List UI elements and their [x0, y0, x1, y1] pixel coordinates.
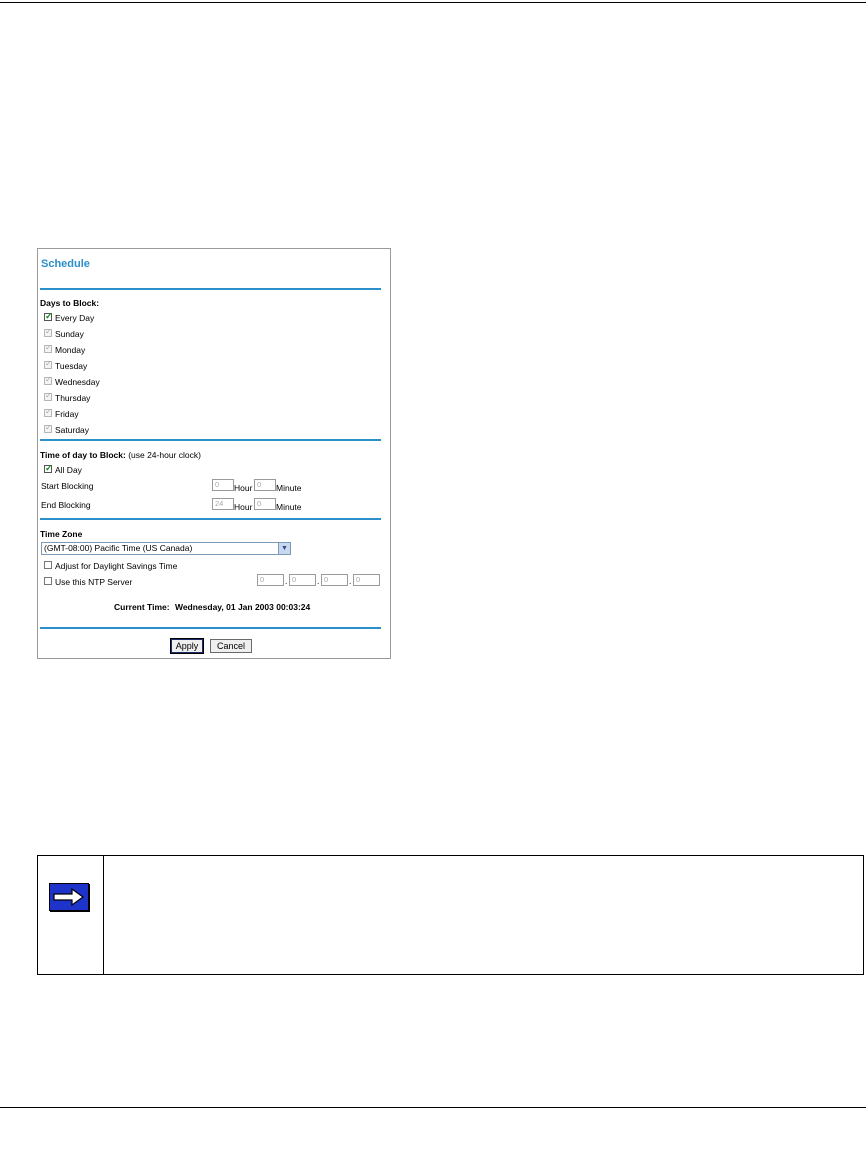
- time-section-note: (use 24-hour clock): [128, 450, 201, 460]
- schedule-panel: Schedule Days to Block: Every Day Sunday…: [37, 248, 391, 659]
- note-divider: [103, 856, 104, 974]
- all-day-label: All Day: [55, 465, 82, 475]
- day-label-sunday: Sunday: [55, 329, 84, 339]
- ntp-dot: .: [285, 576, 288, 586]
- right-arrow-icon: [49, 883, 89, 911]
- start-blocking-label: Start Blocking: [41, 481, 94, 491]
- ntp-dot: .: [349, 576, 352, 586]
- time-section-label: Time of day to Block:: [40, 450, 126, 460]
- ntp-octet-1[interactable]: 0: [257, 574, 284, 586]
- apply-button[interactable]: Apply: [170, 638, 204, 654]
- day-checkbox-wednesday[interactable]: [44, 375, 52, 385]
- chevron-down-icon[interactable]: ▼: [278, 543, 290, 554]
- day-checkbox-saturday[interactable]: [44, 423, 52, 433]
- current-time: Current Time: Wednesday, 01 Jan 2003 00:…: [114, 602, 310, 612]
- day-label-thursday: Thursday: [55, 393, 91, 403]
- timezone-section-heading: Time Zone: [40, 529, 83, 539]
- day-checkbox-tuesday[interactable]: [44, 359, 52, 369]
- panel-title: Schedule: [41, 258, 90, 270]
- day-checkbox-thursday[interactable]: [44, 391, 52, 401]
- ntp-octet-3[interactable]: 0: [321, 574, 348, 586]
- time-section-heading: Time of day to Block: (use 24-hour clock…: [40, 450, 201, 460]
- section-divider: [40, 439, 381, 441]
- end-minute-input[interactable]: 0: [254, 498, 276, 510]
- day-label-friday: Friday: [55, 409, 79, 419]
- start-minute-unit: Minute: [276, 483, 302, 493]
- every-day-checkbox[interactable]: [44, 311, 53, 322]
- day-checkbox-sunday[interactable]: [44, 327, 52, 337]
- dst-label: Adjust for Daylight Savings Time: [55, 561, 178, 571]
- header-rule: [0, 2, 866, 3]
- all-day-checkbox[interactable]: [44, 463, 53, 474]
- day-label-monday: Monday: [55, 345, 86, 355]
- start-hour-input[interactable]: 0: [212, 479, 234, 491]
- start-hour-unit: Hour: [234, 483, 253, 493]
- day-checkbox-monday[interactable]: [44, 343, 52, 353]
- end-minute-unit: Minute: [276, 502, 302, 512]
- dst-checkbox[interactable]: [44, 561, 52, 569]
- end-hour-input[interactable]: 24: [212, 498, 234, 510]
- ntp-dot: .: [317, 576, 320, 586]
- current-time-label: Current Time:: [114, 602, 170, 612]
- footer-rule: [0, 1107, 866, 1108]
- day-label-wednesday: Wednesday: [55, 377, 100, 387]
- end-blocking-label: End Blocking: [41, 500, 91, 510]
- ntp-octet-2[interactable]: 0: [289, 574, 316, 586]
- day-label-saturday: Saturday: [55, 425, 90, 435]
- end-hour-unit: Hour: [234, 502, 253, 512]
- section-divider: [40, 627, 381, 629]
- cancel-button[interactable]: Cancel: [210, 639, 252, 653]
- days-section-heading: Days to Block:: [40, 298, 100, 308]
- day-checkbox-friday[interactable]: [44, 407, 52, 417]
- day-label-tuesday: Tuesday: [55, 361, 88, 371]
- start-minute-input[interactable]: 0: [254, 479, 276, 491]
- section-divider: [40, 518, 381, 520]
- note-box: [37, 855, 864, 975]
- every-day-label: Every Day: [55, 313, 95, 323]
- ntp-label: Use this NTP Server: [55, 577, 133, 587]
- ntp-checkbox[interactable]: [44, 577, 52, 585]
- timezone-selected-value: (GMT-08:00) Pacific Time (US Canada): [44, 543, 193, 553]
- timezone-select[interactable]: (GMT-08:00) Pacific Time (US Canada) ▼: [41, 542, 291, 555]
- current-time-value: Wednesday, 01 Jan 2003 00:03:24: [174, 602, 311, 612]
- ntp-octet-4[interactable]: 0: [353, 574, 380, 586]
- section-divider: [40, 288, 381, 290]
